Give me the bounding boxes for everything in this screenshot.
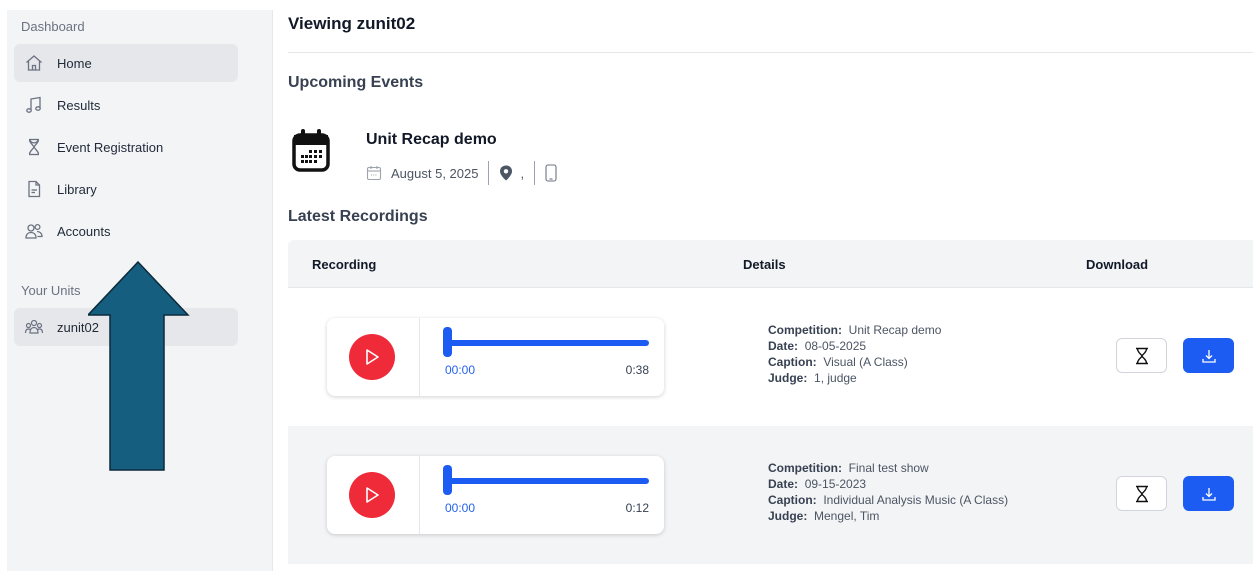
sidebar-item-accounts[interactable]: Accounts bbox=[14, 212, 238, 250]
caption-label: Caption: bbox=[768, 493, 817, 507]
hourglass-icon bbox=[1135, 485, 1148, 502]
users-icon bbox=[24, 317, 44, 337]
judge-label: Judge: bbox=[768, 509, 808, 523]
home-icon bbox=[24, 53, 44, 73]
download-actions bbox=[1116, 476, 1234, 511]
location-pin-icon bbox=[500, 165, 513, 181]
competition-label: Competition: bbox=[768, 323, 842, 337]
recording-details: Competition: Final test show Date: 09-15… bbox=[768, 460, 1008, 524]
audio-seek-handle[interactable] bbox=[443, 465, 452, 495]
sidebar-item-results[interactable]: Results bbox=[14, 86, 238, 124]
phone-icon bbox=[545, 164, 557, 182]
audio-progress-track[interactable] bbox=[445, 478, 649, 484]
table-row: 00:00 0:38 Competition: Unit Recap demo … bbox=[288, 288, 1253, 426]
duration: 0:12 bbox=[625, 501, 649, 515]
trophy-icon bbox=[24, 137, 44, 157]
column-header-download: Download bbox=[1086, 257, 1149, 272]
upcoming-events-heading: Upcoming Events bbox=[288, 74, 424, 91]
app-root: Dashboard Home Results Event Registratio… bbox=[0, 0, 1253, 571]
sidebar-item-home[interactable]: Home bbox=[14, 44, 238, 82]
annotation-arrow-icon bbox=[88, 260, 190, 471]
current-time: 00:00 bbox=[445, 501, 476, 515]
judge-value: Mengel, Tim bbox=[814, 509, 880, 523]
hourglass-button[interactable] bbox=[1116, 476, 1167, 511]
caption-value: Visual (A Class) bbox=[823, 355, 908, 369]
sidebar-item-label: Home bbox=[57, 55, 92, 71]
play-icon bbox=[366, 349, 379, 365]
event-date: August 5, 2025 bbox=[391, 165, 479, 181]
audio-player: 00:00 0:38 bbox=[327, 318, 664, 396]
caption-label: Caption: bbox=[768, 355, 817, 369]
play-button[interactable] bbox=[349, 334, 395, 380]
table-header: Recording Details Download bbox=[288, 240, 1253, 288]
recording-details: Competition: Unit Recap demo Date: 08-05… bbox=[768, 322, 941, 386]
sidebar-item-label: Accounts bbox=[57, 223, 111, 239]
divider bbox=[534, 161, 536, 185]
play-icon bbox=[366, 487, 379, 503]
judge-value: 1, judge bbox=[814, 371, 857, 385]
column-header-details: Details bbox=[743, 257, 786, 272]
date-label: Date: bbox=[768, 477, 799, 491]
download-icon bbox=[1201, 349, 1216, 363]
recordings-table: Recording Details Download 00:00 0:38 Co… bbox=[288, 240, 1253, 564]
date-label: Date: bbox=[768, 339, 799, 353]
sidebar-item-label: Library bbox=[57, 181, 97, 197]
column-header-recording: Recording bbox=[312, 257, 377, 272]
hourglass-button[interactable] bbox=[1116, 338, 1167, 373]
hourglass-icon bbox=[1135, 347, 1148, 364]
download-button[interactable] bbox=[1183, 338, 1234, 373]
caption-value: Individual Analysis Music (A Class) bbox=[823, 493, 1009, 507]
table-row: 00:00 0:12 Competition: Final test show … bbox=[288, 426, 1253, 564]
audio-progress-track[interactable] bbox=[445, 340, 649, 346]
competition-label: Competition: bbox=[768, 461, 842, 475]
calendar-icon bbox=[292, 129, 330, 172]
divider bbox=[288, 52, 1253, 53]
sidebar-item-label: Event Registration bbox=[57, 139, 164, 155]
divider bbox=[488, 161, 490, 185]
divider bbox=[419, 456, 420, 534]
competition-value: Final test show bbox=[848, 461, 929, 475]
current-time: 00:00 bbox=[445, 363, 476, 377]
event-location: , bbox=[520, 165, 525, 181]
judge-label: Judge: bbox=[768, 371, 808, 385]
download-button[interactable] bbox=[1183, 476, 1234, 511]
competition-value: Unit Recap demo bbox=[848, 323, 942, 337]
sidebar-item-library[interactable]: Library bbox=[14, 170, 238, 208]
audio-seek-handle[interactable] bbox=[443, 327, 452, 357]
sidebar-section-dashboard: Dashboard bbox=[21, 19, 85, 34]
divider bbox=[419, 318, 420, 396]
main-content: Viewing zunit02 Upcoming Events Unit Rec… bbox=[288, 0, 1253, 571]
page-title: Viewing zunit02 bbox=[288, 14, 416, 33]
document-icon bbox=[24, 179, 44, 199]
users-icon bbox=[24, 221, 44, 241]
music-note-icon bbox=[24, 95, 44, 115]
event-meta: August 5, 2025 , bbox=[366, 160, 557, 186]
play-button[interactable] bbox=[349, 472, 395, 518]
latest-recordings-heading: Latest Recordings bbox=[288, 208, 428, 225]
download-actions bbox=[1116, 338, 1234, 373]
sidebar-section-your-units: Your Units bbox=[21, 283, 81, 298]
calendar-small-icon bbox=[366, 166, 382, 181]
date-value: 09-15-2023 bbox=[804, 477, 867, 491]
sidebar-item-label: Results bbox=[57, 97, 101, 113]
sidebar-item-event-registration[interactable]: Event Registration bbox=[14, 128, 238, 166]
download-icon bbox=[1201, 487, 1216, 501]
audio-player: 00:00 0:12 bbox=[327, 456, 664, 534]
event-name: Unit Recap demo bbox=[366, 131, 497, 148]
duration: 0:38 bbox=[625, 363, 649, 377]
date-value: 08-05-2025 bbox=[804, 339, 867, 353]
